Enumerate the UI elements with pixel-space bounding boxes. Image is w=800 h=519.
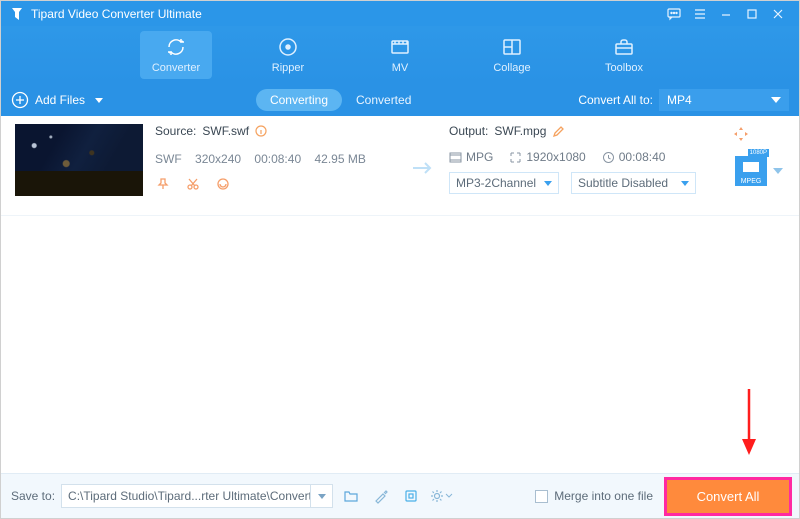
feedback-icon[interactable] xyxy=(661,1,687,26)
add-files-button[interactable]: Add Files xyxy=(11,91,103,109)
audio-select-value: MP3-2Channel xyxy=(456,176,536,190)
top-nav: Converter Ripper MV Collage Toolbox xyxy=(1,26,799,84)
nav-converter[interactable]: Converter xyxy=(140,31,212,79)
source-size: 42.95 MB xyxy=(314,152,365,166)
sub-tabs: Converting Converted xyxy=(256,89,425,111)
output-duration: 00:08:40 xyxy=(602,150,666,164)
nav-mv-label: MV xyxy=(392,62,409,74)
nav-collage[interactable]: Collage xyxy=(476,31,548,79)
convert-all-format-value: MP4 xyxy=(667,93,692,107)
nav-converter-label: Converter xyxy=(152,62,200,74)
convert-all-to: Convert All to: MP4 xyxy=(578,89,789,111)
source-resolution: 320x240 xyxy=(195,152,241,166)
menu-icon[interactable] xyxy=(687,1,713,26)
output-format-button[interactable]: 1080P MPEG xyxy=(735,156,783,186)
converter-icon xyxy=(165,36,187,58)
film-icon xyxy=(449,151,462,164)
subtitle-select[interactable]: Subtitle Disabled xyxy=(571,172,696,194)
enhance-icon[interactable] xyxy=(369,484,393,508)
app-title: Tipard Video Converter Ultimate xyxy=(31,7,202,21)
source-filename: SWF.swf xyxy=(202,124,249,138)
nav-collage-label: Collage xyxy=(493,62,530,74)
arrow-right-icon xyxy=(411,160,435,176)
bottom-bar: Save to: C:\Tipard Studio\Tipard...rter … xyxy=(1,473,799,518)
output-label: Output: xyxy=(449,124,488,138)
nav-ripper-label: Ripper xyxy=(272,62,304,74)
nav-toolbox-label: Toolbox xyxy=(605,62,643,74)
output-info: Output: SWF.mpg MPG 1920x1080 00:08:40 xyxy=(449,124,729,194)
nav-mv[interactable]: MV xyxy=(364,31,436,79)
file-list: Source: SWF.swf SWF 320x240 00:08:40 42.… xyxy=(1,116,799,473)
output-container: MPG xyxy=(449,150,493,164)
convert-all-format-select[interactable]: MP4 xyxy=(659,89,789,111)
video-thumbnail[interactable] xyxy=(15,124,143,196)
output-resolution: 1920x1080 xyxy=(509,150,585,164)
save-path-dropdown[interactable] xyxy=(311,484,333,508)
chevron-down-icon xyxy=(445,492,453,500)
source-info: Source: SWF.swf SWF 320x240 00:08:40 42.… xyxy=(155,124,395,192)
checkbox-icon xyxy=(535,490,548,503)
tab-converted[interactable]: Converted xyxy=(342,89,425,111)
chevron-down-icon xyxy=(318,494,326,499)
gpu-icon[interactable] xyxy=(399,484,423,508)
mv-icon xyxy=(389,36,411,58)
merge-label: Merge into one file xyxy=(554,489,653,503)
close-icon[interactable] xyxy=(765,1,791,26)
collage-icon xyxy=(501,36,523,58)
rename-icon[interactable] xyxy=(552,125,565,138)
source-label: Source: xyxy=(155,124,196,138)
maximize-icon[interactable] xyxy=(739,1,765,26)
save-to-label: Save to: xyxy=(11,489,55,503)
settings-icon[interactable] xyxy=(429,484,453,508)
save-path-field[interactable]: C:\Tipard Studio\Tipard...rter Ultimate\… xyxy=(61,484,311,508)
minimize-icon[interactable] xyxy=(713,1,739,26)
plus-circle-icon xyxy=(11,91,29,109)
ripper-icon xyxy=(277,36,299,58)
add-files-label: Add Files xyxy=(35,93,85,107)
convert-all-to-label: Convert All to: xyxy=(578,93,653,107)
info-icon[interactable] xyxy=(255,125,267,137)
chevron-down-icon xyxy=(773,168,783,174)
chevron-down-icon xyxy=(95,98,103,103)
resolution-icon xyxy=(509,151,522,164)
chevron-down-icon xyxy=(771,97,781,103)
move-icon[interactable] xyxy=(733,126,749,142)
nav-toolbox[interactable]: Toolbox xyxy=(588,31,660,79)
source-duration: 00:08:40 xyxy=(254,152,301,166)
source-format: SWF xyxy=(155,152,182,166)
chevron-down-icon xyxy=(681,181,689,186)
chevron-down-icon xyxy=(544,181,552,186)
toolbox-icon xyxy=(613,36,635,58)
clock-icon xyxy=(602,151,615,164)
merge-checkbox[interactable]: Merge into one file xyxy=(535,489,653,503)
audio-select[interactable]: MP3-2Channel xyxy=(449,172,559,194)
pin-icon[interactable] xyxy=(155,176,171,192)
titlebar: Tipard Video Converter Ultimate xyxy=(1,1,799,26)
app-logo-icon xyxy=(9,6,25,22)
convert-all-button[interactable]: Convert All xyxy=(667,480,789,513)
open-folder-icon[interactable] xyxy=(339,484,363,508)
format-badge-icon: 1080P MPEG xyxy=(735,156,767,186)
second-bar: Add Files Converting Converted Convert A… xyxy=(1,84,799,116)
tab-converting[interactable]: Converting xyxy=(256,89,342,111)
output-filename: SWF.mpg xyxy=(494,124,546,138)
trim-icon[interactable] xyxy=(185,176,201,192)
file-card: Source: SWF.swf SWF 320x240 00:08:40 42.… xyxy=(1,116,799,216)
edit-icon[interactable] xyxy=(215,176,231,192)
subtitle-select-value: Subtitle Disabled xyxy=(578,176,668,190)
nav-ripper[interactable]: Ripper xyxy=(252,31,324,79)
